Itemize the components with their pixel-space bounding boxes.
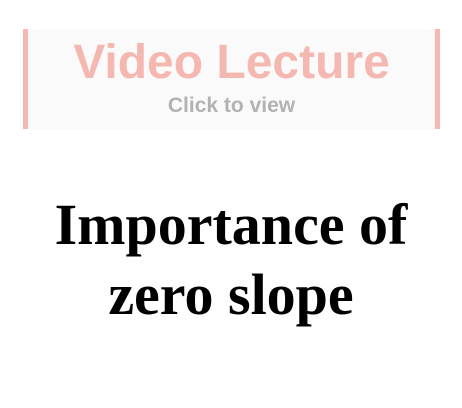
lecture-title-line-1: Importance of [54, 192, 408, 257]
click-to-view-label: Click to view [167, 94, 296, 117]
lecture-title-line-2: zero slope [108, 262, 354, 327]
page: Video Lecture Click to view Importance o… [0, 0, 462, 408]
lecture-title: Importance of zero slope [0, 190, 462, 330]
video-lecture-label: Video Lecture [73, 36, 390, 89]
video-lecture-link[interactable]: Video Lecture Click to view [23, 29, 440, 129]
